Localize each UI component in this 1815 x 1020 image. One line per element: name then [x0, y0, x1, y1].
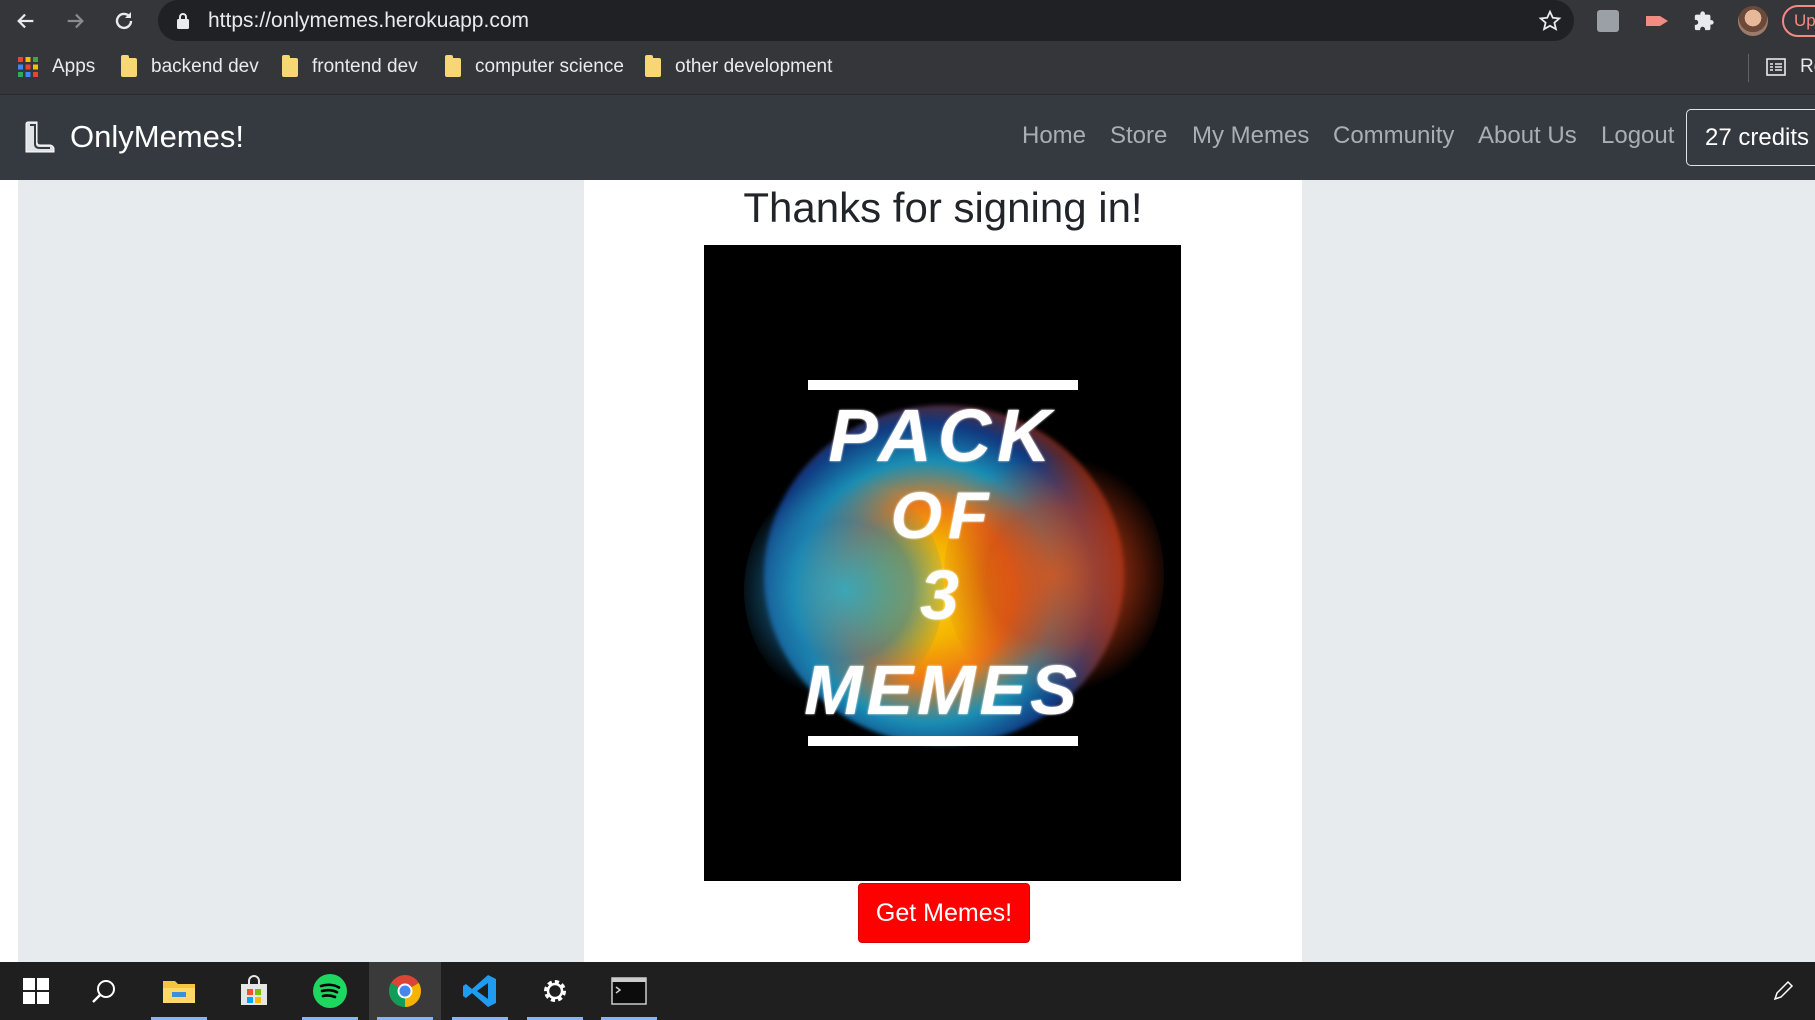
- terminal-icon: [611, 977, 647, 1005]
- credits-label: 27 credits: [1705, 124, 1810, 151]
- taskbar-spotify[interactable]: [294, 962, 366, 1020]
- folder-icon: [445, 54, 461, 77]
- nav-home[interactable]: Home: [1022, 122, 1086, 150]
- pen-icon: [1773, 980, 1794, 1001]
- store-icon: [241, 975, 267, 1005]
- cast-extension-button[interactable]: [1640, 4, 1674, 38]
- extension-button[interactable]: [1591, 4, 1625, 38]
- spotify-icon: [313, 974, 347, 1008]
- vscode-icon: [463, 975, 496, 1007]
- taskbar-file-explorer[interactable]: [143, 962, 215, 1020]
- bookmark-folder-backend-dev[interactable]: backend dev: [121, 54, 259, 80]
- back-button[interactable]: [8, 3, 44, 39]
- taskbar-store[interactable]: [218, 962, 290, 1020]
- lock-icon: [177, 13, 189, 29]
- meme-pack-poster: PACK OF 3 MEMES: [704, 245, 1181, 881]
- site-navbar: OnlyMemes! Home Store My Memes Community…: [0, 95, 1815, 180]
- update-badge-label: Up: [1794, 11, 1815, 30]
- reading-list-label: Re: [1800, 56, 1815, 77]
- pen-workspace-button[interactable]: [1753, 962, 1813, 1020]
- nav-my-memes[interactable]: My Memes: [1192, 122, 1309, 150]
- bookmark-folder-other-development[interactable]: other development: [645, 54, 832, 80]
- nav-store[interactable]: Store: [1110, 122, 1167, 150]
- browser-toolbar: https://onlymemes.herokuapp.com Up: [0, 0, 1815, 42]
- bookmark-label: backend dev: [151, 56, 259, 77]
- update-badge[interactable]: Up: [1782, 5, 1815, 37]
- page-heading: Thanks for signing in!: [743, 184, 1143, 231]
- search-button[interactable]: [68, 962, 140, 1020]
- reading-list-icon: [1766, 58, 1786, 76]
- poster-line-4: MEMES: [804, 651, 1081, 729]
- forward-button[interactable]: [57, 3, 93, 39]
- reload-icon: [115, 12, 133, 30]
- bookmark-label: frontend dev: [312, 56, 418, 77]
- bookmarks-bar: Apps backend dev frontend dev computer s…: [0, 42, 1815, 95]
- taskbar-vscode[interactable]: [444, 962, 516, 1020]
- file-explorer-icon: [163, 981, 195, 1003]
- start-icon: [23, 978, 49, 1004]
- bookmark-label: computer science: [475, 56, 624, 77]
- bookmark-apps[interactable]: Apps: [18, 54, 95, 80]
- bookmark-folder-frontend-dev[interactable]: frontend dev: [282, 54, 418, 80]
- video-extension-icon: [1646, 16, 1668, 26]
- poster-line-2: OF: [890, 478, 995, 552]
- star-icon[interactable]: [1538, 9, 1562, 33]
- folder-icon: [645, 54, 661, 77]
- folder-icon: [121, 54, 137, 77]
- bookmark-apps-label: Apps: [52, 56, 96, 77]
- reading-list-button[interactable]: Re: [1766, 54, 1815, 80]
- boot-icon: [25, 121, 55, 153]
- left-gutter: [0, 180, 18, 962]
- brand-link[interactable]: OnlyMemes!: [22, 119, 244, 155]
- url-text: https://onlymemes.herokuapp.com: [208, 9, 529, 32]
- profile-avatar: [1738, 6, 1768, 36]
- bookmark-folder-computer-science[interactable]: computer science: [445, 54, 624, 80]
- nav-about-us[interactable]: About Us: [1478, 122, 1577, 150]
- back-icon: [17, 13, 34, 29]
- bookmark-label: other development: [675, 56, 833, 77]
- extension-icon: [1597, 10, 1619, 32]
- poster-line-3: 3: [920, 556, 965, 634]
- taskbar-terminal[interactable]: [593, 962, 665, 1020]
- start-button[interactable]: [0, 962, 72, 1020]
- reload-button[interactable]: [106, 3, 142, 39]
- brand-name: OnlyMemes!: [70, 119, 244, 154]
- nav-community[interactable]: Community: [1333, 122, 1454, 150]
- get-memes-button[interactable]: Get Memes!: [858, 883, 1030, 943]
- extensions-menu-button[interactable]: [1687, 4, 1721, 38]
- folder-icon: [282, 54, 298, 77]
- poster-bottom-bar: [808, 736, 1078, 746]
- main-card: Thanks for signing in! PACK OF 3 MEMES G…: [584, 180, 1302, 962]
- chrome-icon: [389, 975, 421, 1007]
- puzzle-icon: [1694, 11, 1714, 31]
- poster-top-bar: [808, 380, 1078, 390]
- profile-button[interactable]: [1736, 4, 1770, 38]
- settings-icon: [544, 980, 566, 1002]
- poster-line-1: PACK: [828, 394, 1057, 477]
- credits-badge[interactable]: 27 credits: [1686, 109, 1815, 166]
- apps-grid-icon: [18, 57, 38, 77]
- taskbar-chrome[interactable]: [369, 962, 441, 1020]
- bookmarks-divider: [1748, 54, 1749, 82]
- nav-logout[interactable]: Logout: [1601, 122, 1674, 150]
- taskbar-settings[interactable]: [519, 962, 591, 1020]
- search-icon: [92, 980, 115, 1003]
- forward-icon: [67, 13, 84, 29]
- os-taskbar: [0, 962, 1815, 1020]
